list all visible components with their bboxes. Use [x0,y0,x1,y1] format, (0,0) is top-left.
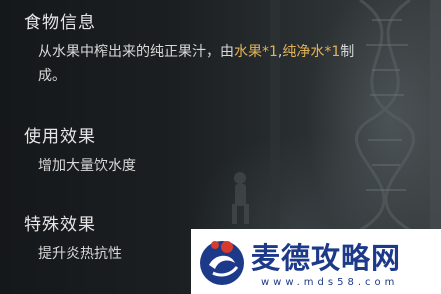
special-effect-text: 提升炎热抗性 [38,246,122,262]
desc-text-1: 从水果中榨出来的纯正果汁，由 [38,44,234,60]
item-detail-screen: 食物信息 从水果中榨出来的纯正果汁，由水果*1,纯净水*1制 成。 使用效果 增… [0,0,441,294]
desc-text-3: 成。 [38,68,66,84]
site-watermark: 麦德攻略网 www.mds58.com [191,229,441,294]
food-info-heading: 食物信息 [24,13,96,33]
ingredient-water: 纯净水*1 [282,44,341,60]
watermark-url: www.mds58.com [261,277,399,288]
food-info-description: 从水果中榨出来的纯正果汁，由水果*1,纯净水*1制 成。 [38,40,433,88]
use-effect-heading: 使用效果 [24,127,96,147]
special-effect-heading: 特殊效果 [24,215,96,235]
site-logo-icon [200,241,244,285]
ingredient-fruit: 水果*1 [234,44,278,60]
desc-text-2: 制 [340,44,355,60]
watermark-title: 麦德攻略网 [251,241,402,275]
use-effect-text: 增加大量饮水度 [38,158,136,174]
